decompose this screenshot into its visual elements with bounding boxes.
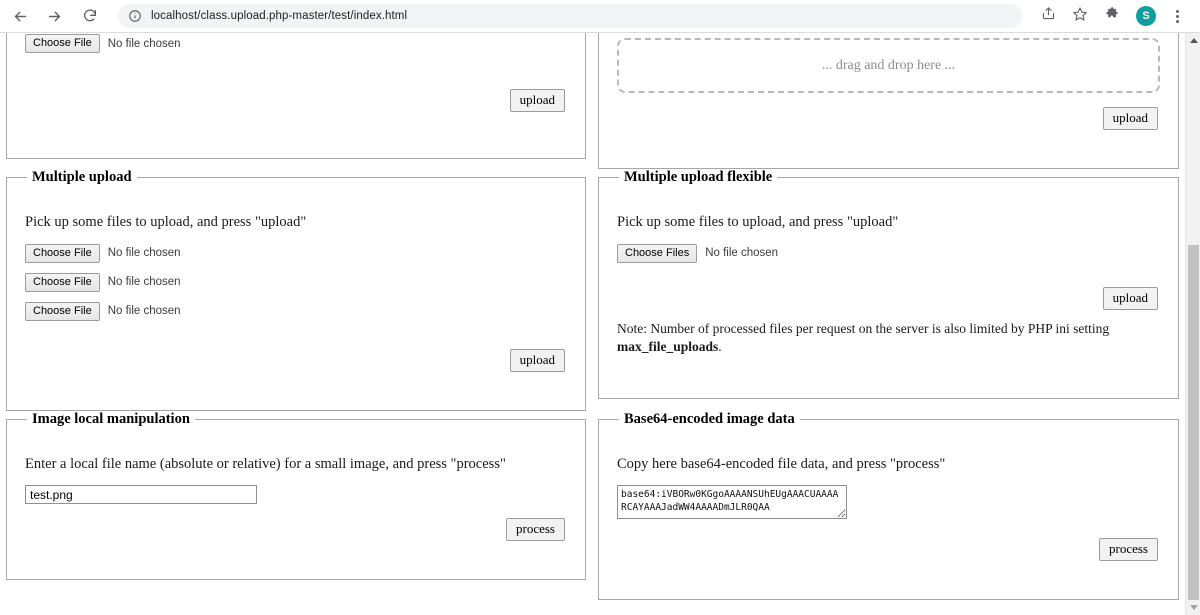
upload-button[interactable]: upload <box>1102 286 1158 310</box>
share-icon <box>1041 6 1056 26</box>
image-local-manipulation-action-row: process <box>19 518 573 542</box>
info-circle-icon[interactable] <box>128 9 142 23</box>
panel-grid: Pick up one file to upload, and press "u… <box>0 33 1185 601</box>
multiple-upload-legend: Multiple upload <box>32 169 132 186</box>
multiple-upload-flexible-legend: Multiple upload flexible <box>624 169 773 186</box>
file-status-label: No file chosen <box>107 247 181 260</box>
panel-multiple-upload-flexible: Multiple upload flexible Pick up some fi… <box>592 169 1185 410</box>
note-end: . <box>718 339 722 354</box>
choose-file-button[interactable]: Choose File <box>25 34 100 54</box>
single-upload-action-row: upload <box>19 89 573 113</box>
multiple-upload-flexible-fieldset: Multiple upload flexible Pick up some fi… <box>598 169 1179 400</box>
panel-single-upload: Pick up one file to upload, and press "u… <box>0 33 592 169</box>
address-bar[interactable]: localhost/class.upload.php-master/test/i… <box>118 4 1022 28</box>
base64-image-data-prompt: Copy here base64-encoded file data, and … <box>617 455 946 472</box>
drop-zone[interactable]: ... drag and drop here ... <box>617 38 1160 94</box>
file-row: Choose File No file chosen <box>25 243 573 263</box>
image-local-manipulation-fieldset: Image local manipulation Enter a local f… <box>6 410 586 581</box>
panel-multiple-upload: Multiple upload Pick up some files to up… <box>0 169 592 411</box>
file-status-label: No file chosen <box>705 247 779 260</box>
file-status-label: No file chosen <box>107 276 181 289</box>
arrow-right-icon <box>46 8 63 25</box>
local-file-name-input[interactable] <box>25 485 257 505</box>
base64-image-data-legend: Base64-encoded image data <box>624 410 795 427</box>
panel-image-local-manipulation: Image local manipulation Enter a local f… <box>0 410 592 600</box>
drag-drop-action-row: upload <box>611 107 1166 131</box>
triangle-up-icon <box>1189 38 1198 43</box>
arrow-left-icon <box>12 8 29 25</box>
base64-data-textarea[interactable]: base64:iVBORw0KGgoAAAANSUhEUgAAACUAAAARC… <box>617 485 847 520</box>
drag-drop-fieldset: Drag and drop one file to upload, and pr… <box>598 33 1179 170</box>
image-local-manipulation-prompt: Enter a local file name (absolute or rel… <box>25 455 506 472</box>
note-text: Note: Number of processed files per requ… <box>617 320 1110 336</box>
page-content: Pick up one file to upload, and press "u… <box>0 33 1185 601</box>
process-button[interactable]: process <box>1099 538 1158 562</box>
upload-button[interactable]: upload <box>509 348 565 372</box>
scroll-up-button[interactable] <box>1186 33 1200 48</box>
three-dots-vertical-icon <box>1175 9 1179 23</box>
single-upload-file-row: Choose File No file chosen <box>25 34 573 54</box>
bookmark-button[interactable] <box>1067 3 1093 29</box>
process-button[interactable]: process <box>506 518 565 542</box>
multiple-upload-flexible-prompt: Pick up some files to upload, and press … <box>617 214 899 231</box>
choose-file-button[interactable]: Choose File <box>25 301 100 321</box>
drop-zone-label: ... drag and drop here ... <box>821 57 956 73</box>
upload-button[interactable]: upload <box>1102 107 1158 131</box>
file-status-label: No file chosen <box>107 37 181 50</box>
browser-toolbar: localhost/class.upload.php-master/test/i… <box>0 0 1200 33</box>
panel-base64-image-data: Base64-encoded image data Copy here base… <box>592 410 1185 601</box>
file-row: Choose File No file chosen <box>25 301 573 321</box>
share-button[interactable] <box>1035 3 1061 29</box>
reload-button[interactable] <box>76 2 104 30</box>
chrome-menu-button[interactable] <box>1165 3 1191 29</box>
scroll-down-button[interactable] <box>1186 600 1200 615</box>
forward-button[interactable] <box>40 2 68 30</box>
base64-image-data-fieldset: Base64-encoded image data Copy here base… <box>598 410 1179 601</box>
extensions-button[interactable] <box>1099 3 1125 29</box>
puzzle-piece-icon <box>1105 6 1120 26</box>
reload-icon <box>82 8 98 24</box>
choose-files-button[interactable]: Choose Files <box>617 243 698 263</box>
file-status-label: No file chosen <box>107 305 181 318</box>
address-bar-url: localhost/class.upload.php-master/test/i… <box>151 10 408 22</box>
triangle-down-icon <box>1189 605 1198 610</box>
scrollbar-thumb[interactable] <box>1188 245 1199 600</box>
back-button[interactable] <box>6 2 34 30</box>
page-viewport: Pick up one file to upload, and press "u… <box>0 33 1200 615</box>
note-bold-code: max_file_uploads <box>617 339 719 354</box>
star-icon <box>1072 6 1088 27</box>
file-row: Choose File No file chosen <box>25 272 573 292</box>
multiple-upload-prompt: Pick up some files to upload, and press … <box>25 214 307 231</box>
page-scrollbar[interactable] <box>1185 33 1200 615</box>
multiple-upload-fieldset: Multiple upload Pick up some files to up… <box>6 169 586 411</box>
choose-file-button[interactable]: Choose File <box>25 243 100 263</box>
single-upload-fieldset: Pick up one file to upload, and press "u… <box>6 33 586 160</box>
max-file-uploads-note: Note: Number of processed files per requ… <box>617 320 1157 356</box>
multiple-upload-flexible-action-row: upload <box>611 286 1166 310</box>
image-local-manipulation-legend: Image local manipulation <box>32 410 190 427</box>
panel-drag-drop-upload: Drag and drop one file to upload, and pr… <box>592 33 1185 170</box>
file-row: Choose Files No file chosen <box>617 243 1166 263</box>
upload-button[interactable]: upload <box>509 89 565 113</box>
base64-image-data-action-row: process <box>611 538 1166 562</box>
browser-actions: S <box>1032 3 1200 29</box>
profile-avatar[interactable]: S <box>1136 6 1156 26</box>
multiple-upload-action-row: upload <box>19 348 573 372</box>
choose-file-button[interactable]: Choose File <box>25 272 100 292</box>
